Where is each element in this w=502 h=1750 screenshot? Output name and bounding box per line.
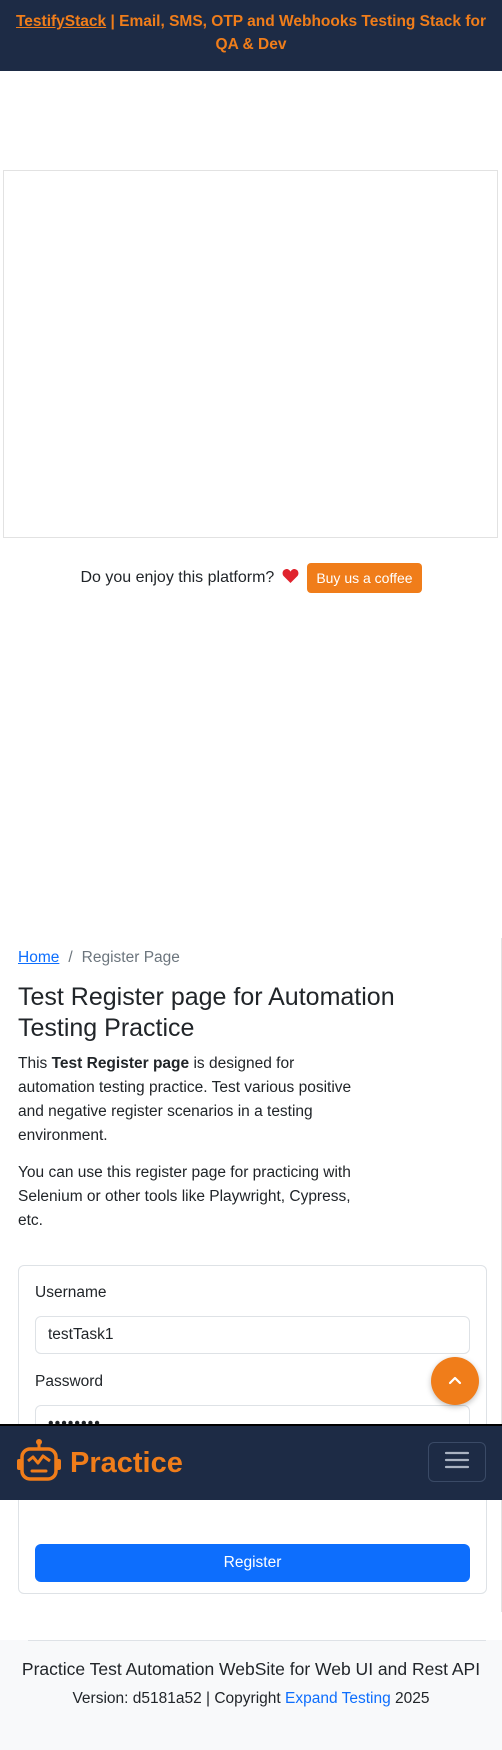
buy-coffee-button[interactable]: Buy us a coffee bbox=[307, 563, 422, 593]
coffee-row: Do you enjoy this platform? Buy us a cof… bbox=[0, 562, 502, 594]
ad-frame bbox=[3, 170, 498, 538]
footer: Practice Test Automation WebSite for Web… bbox=[0, 1640, 502, 1750]
coffee-question: Do you enjoy this platform? bbox=[80, 569, 275, 586]
page-title: Test Register page for Automation Testin… bbox=[18, 983, 395, 1042]
username-label: Username bbox=[35, 1284, 107, 1301]
breadcrumb-current: Register Page bbox=[81, 949, 180, 966]
username-input[interactable]: testTask1 bbox=[35, 1316, 470, 1354]
intro-text-start: This bbox=[18, 1055, 52, 1072]
footer-version: Version: d5181a52 | Copyright Expand Tes… bbox=[0, 1690, 502, 1708]
copyright-year: 2025 bbox=[390, 1690, 430, 1707]
footer-title: Practice Test Automation WebSite for Web… bbox=[21, 1659, 481, 1679]
password-label: Password bbox=[35, 1373, 104, 1390]
scroll-to-top-button[interactable] bbox=[431, 1357, 479, 1405]
robot-icon bbox=[16, 1438, 62, 1488]
brand-name: Practice bbox=[70, 1446, 183, 1479]
breadcrumb: Home / Register Page bbox=[18, 946, 483, 970]
banner-text: | Email, SMS, OTP and Webhooks Testing S… bbox=[106, 13, 487, 53]
breadcrumb-home-link[interactable]: Home bbox=[18, 949, 59, 967]
heart-icon bbox=[282, 568, 299, 588]
footer-divider bbox=[28, 1640, 486, 1641]
top-banner: TestifyStack | Email, SMS, OTP and Webho… bbox=[0, 0, 502, 71]
menu-toggle-button[interactable] bbox=[428, 1442, 486, 1482]
navbar: Practice bbox=[0, 1424, 502, 1500]
version-text: Version: d5181a52 | Copyright bbox=[72, 1690, 286, 1707]
chevron-up-icon bbox=[448, 1372, 462, 1390]
expand-testing-link[interactable]: Expand Testing bbox=[285, 1690, 391, 1707]
hamburger-icon bbox=[444, 1450, 470, 1475]
breadcrumb-separator: / bbox=[68, 949, 73, 966]
main-content: Home / Register Page Test Register page … bbox=[0, 938, 502, 1612]
testifystack-link[interactable]: TestifyStack bbox=[16, 13, 106, 30]
register-button[interactable]: Register bbox=[35, 1544, 470, 1582]
intro-bold-text: Test Register page bbox=[51, 1055, 190, 1072]
intro-paragraph: This Test Register page is designed for … bbox=[18, 1052, 373, 1148]
tools-paragraph: You can use this register page for pract… bbox=[18, 1164, 351, 1229]
brand-link[interactable]: Practice bbox=[16, 1438, 183, 1488]
